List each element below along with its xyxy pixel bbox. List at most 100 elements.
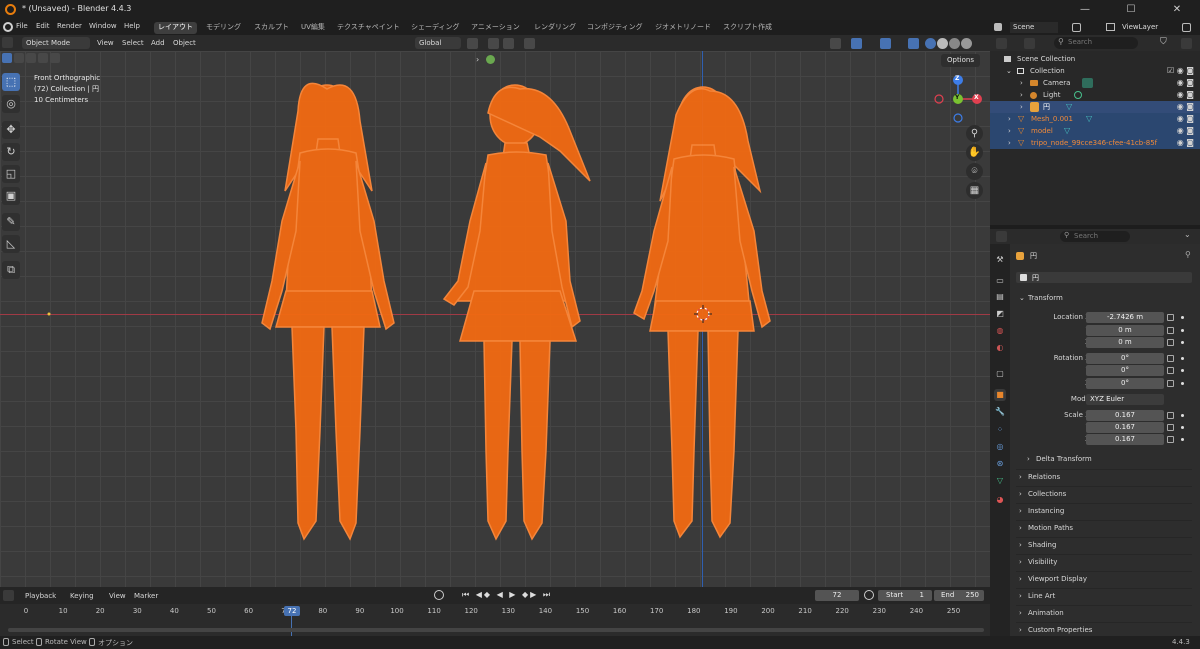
measure-tool-icon[interactable]: ◺: [2, 235, 20, 253]
menu-render[interactable]: Render: [57, 22, 82, 30]
lock-icon[interactable]: [1167, 424, 1174, 431]
expand-arrow-icon[interactable]: ›: [1020, 89, 1023, 101]
keyframe-dot-icon[interactable]: [1181, 382, 1184, 385]
playhead-label[interactable]: 72: [284, 606, 300, 616]
options-chevron-icon[interactable]: ⌄: [1184, 230, 1191, 239]
select-mode-extend-icon[interactable]: [14, 53, 24, 63]
lock-icon[interactable]: [1167, 339, 1174, 346]
keyframe-dot-icon[interactable]: [1181, 438, 1184, 441]
scene-tab-icon[interactable]: ◍: [994, 325, 1006, 337]
collapse-header-icon[interactable]: ›: [476, 55, 479, 64]
modifiers-tab-icon[interactable]: 🔧: [994, 406, 1006, 418]
snap-icon[interactable]: [488, 38, 499, 49]
editor-type-icon[interactable]: [2, 37, 13, 48]
expand-arrow-icon[interactable]: ›: [1008, 113, 1011, 125]
model-toggles[interactable]: ◉ ◙: [1177, 125, 1194, 137]
expand-arrow-icon[interactable]: ›: [1020, 101, 1023, 113]
tool-tab-icon[interactable]: ⚒: [994, 254, 1006, 266]
new-collection-icon[interactable]: [1181, 38, 1192, 49]
visibility-icon[interactable]: [830, 38, 841, 49]
panel-header-animation[interactable]: › Animation: [1016, 605, 1192, 620]
lock-icon[interactable]: [1167, 412, 1174, 419]
add-cube-tool-icon[interactable]: ⧉: [2, 261, 20, 279]
tab-layout[interactable]: レイアウト: [154, 22, 197, 34]
select-mode-subtract-icon[interactable]: [26, 53, 36, 63]
expand-arrow-icon[interactable]: ›: [1020, 77, 1023, 89]
tripo-node-toggles[interactable]: ◉ ◙: [1177, 137, 1194, 149]
circle-toggles[interactable]: ◉ ◙: [1177, 101, 1194, 113]
render-tab-icon[interactable]: ▭: [994, 275, 1006, 287]
annotate-tool-icon[interactable]: ✎: [2, 213, 20, 231]
view-layer-selector[interactable]: ViewLayer: [1100, 20, 1200, 35]
view-layer-tab-icon[interactable]: ◩: [994, 308, 1006, 320]
panel-header-instancing[interactable]: › Instancing: [1016, 503, 1192, 518]
scene-selector[interactable]: Scene: [990, 20, 1100, 35]
lock-icon[interactable]: [1167, 314, 1174, 321]
lock-icon[interactable]: [1167, 327, 1174, 334]
navigation-gizmo[interactable]: Z Y X: [930, 73, 986, 129]
timeline-menu-playback[interactable]: Playback: [25, 590, 56, 602]
minimize-button[interactable]: —: [1062, 0, 1108, 20]
panel-header-collections[interactable]: › Collections: [1016, 486, 1192, 501]
material-shading-icon[interactable]: [949, 38, 960, 49]
outliner-row-scene-collection[interactable]: Scene Collection: [990, 53, 1200, 65]
transform-orientation-dropdown[interactable]: Global: [415, 37, 461, 49]
outliner-row-tripo-node[interactable]: › ▽ tripo_node_99cce346-cfee-41cb-85f ◉ …: [990, 137, 1200, 149]
properties-editor-icon[interactable]: [996, 231, 1007, 242]
keyframe-dot-icon[interactable]: [1181, 316, 1184, 319]
delta-transform-subpanel[interactable]: › Delta Transform: [1024, 452, 1192, 467]
menu-file[interactable]: File: [16, 22, 28, 30]
location-z-field[interactable]: 0 m: [1086, 337, 1164, 348]
zoom-icon[interactable]: ⚲: [966, 125, 983, 142]
panel-header-viewport-display[interactable]: › Viewport Display: [1016, 571, 1192, 586]
timeline-menu-marker[interactable]: Marker: [134, 590, 158, 602]
proportional-edit-icon[interactable]: [524, 38, 535, 49]
close-button[interactable]: ✕: [1154, 0, 1200, 20]
new-view-layer-icon[interactable]: [1182, 23, 1191, 32]
wireframe-shading-icon[interactable]: [925, 38, 936, 49]
current-frame-field[interactable]: 72: [815, 590, 859, 601]
data-tab-icon[interactable]: ▽: [994, 475, 1006, 487]
snap-target-icon[interactable]: [503, 38, 514, 49]
playback-controls[interactable]: ⏮ ◀◆ ◀ ▶ ◆▶ ⏭: [462, 590, 552, 600]
camera-toggles[interactable]: ◉ ◙: [1177, 77, 1194, 89]
mesh-0001-toggles[interactable]: ◉ ◙: [1177, 113, 1194, 125]
collection-tab-icon[interactable]: ▢: [994, 368, 1006, 380]
viewport-menu-select[interactable]: Select: [122, 37, 144, 49]
panel-header-visibility[interactable]: › Visibility: [1016, 554, 1192, 569]
rendered-shading-icon[interactable]: [961, 38, 972, 49]
blender-menu-icon[interactable]: [3, 22, 13, 32]
gizmo-toggle-icon[interactable]: [851, 38, 862, 49]
display-mode-icon[interactable]: [1024, 38, 1035, 49]
keyframe-dot-icon[interactable]: [1181, 426, 1184, 429]
playhead-line[interactable]: [291, 614, 292, 636]
viewport-menu-add[interactable]: Add: [151, 37, 165, 49]
tab-scripting[interactable]: スクリプト作成: [719, 22, 776, 34]
filter-icon[interactable]: ⛉: [1160, 37, 1167, 47]
outliner-row-mesh-0001[interactable]: › ▽ Mesh_0.001 ▽ ◉ ◙: [990, 113, 1200, 125]
solid-shading-icon[interactable]: [937, 38, 948, 49]
tab-sculpt[interactable]: スカルプト: [250, 22, 293, 34]
panel-header-shading[interactable]: › Shading: [1016, 537, 1192, 552]
outliner-search-input[interactable]: ⚲ Search: [1054, 37, 1138, 49]
tab-uv-editing[interactable]: UV編集: [297, 22, 329, 34]
overlay-toggle-icon[interactable]: [880, 38, 891, 49]
3d-viewport[interactable]: ⬚ ◎ ✥ ↻ ◱ ▣ ✎ ◺ ⧉ Front Orthographic (72…: [0, 51, 990, 587]
timeline[interactable]: 0102030405060708090100110120130140150160…: [0, 604, 990, 636]
panel-header-motion-paths[interactable]: › Motion Paths: [1016, 520, 1192, 535]
keyframe-dot-icon[interactable]: [1181, 329, 1184, 332]
scale-z-field[interactable]: 0.167: [1086, 434, 1164, 445]
outliner-row-circle[interactable]: › 円 ▽ ◉ ◙: [990, 101, 1200, 113]
timeline-menu-keying[interactable]: Keying: [70, 590, 94, 602]
particles-tab-icon[interactable]: ⁘: [994, 424, 1006, 436]
select-mode-invert-icon[interactable]: [38, 53, 48, 63]
rotation-mode-dropdown[interactable]: XYZ Euler: [1086, 394, 1164, 405]
object-name-field[interactable]: 円: [1016, 272, 1192, 283]
timeline-editor-icon[interactable]: [3, 590, 14, 601]
options-dropdown[interactable]: Options: [940, 54, 980, 67]
start-frame-field[interactable]: Start 1: [878, 590, 932, 601]
view-layer-name[interactable]: ViewLayer: [1122, 22, 1158, 33]
material-tab-icon[interactable]: ◕: [994, 494, 1006, 506]
select-box-tool-icon[interactable]: ⬚: [2, 73, 20, 91]
scale-y-field[interactable]: 0.167: [1086, 422, 1164, 433]
